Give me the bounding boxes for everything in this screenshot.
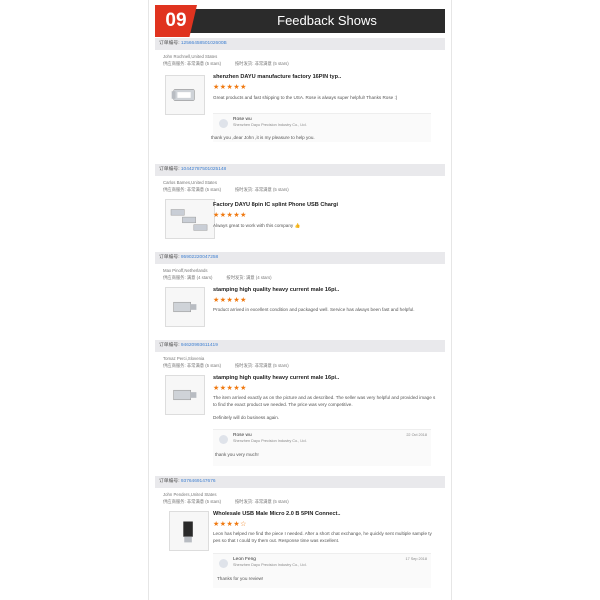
order-id-link[interactable]: 95902220047258 (181, 255, 218, 260)
avatar (219, 119, 228, 128)
order-meta: Tomaz Perci,Slovenia 供应商服务: 非常满意 (5 star… (155, 352, 445, 369)
product-thumbnail[interactable] (169, 511, 209, 551)
seller-reply: Rose wu Shenzhen Dayu Precision Industry… (211, 113, 431, 142)
star-rating: ★★★★★ (213, 385, 247, 392)
product-row: Wholesale USB Male Micro 2.0 B 5PIN Conn… (155, 505, 445, 600)
reply-date: 22 Oct 2018 (406, 433, 427, 437)
product-title-link[interactable]: Factory DAYU 8pin IC splint Phone USB Ch… (213, 202, 338, 208)
rating-line: 供应商服务: 非常满意 (5 stars) 按时发货: 非常满意 (5 stars… (163, 362, 439, 369)
order-bar: 订单编号: 1256645850102600B (155, 38, 445, 50)
rating-supplier: 供应商服务: 非常满意 (5 stars) (163, 187, 222, 192)
order-card: 订单编号: 1256645850102600B John Rochnell,Un… (155, 38, 445, 164)
order-label: 订单编号: (159, 167, 180, 172)
rating-supplier: 供应商服务: 非常满意 (5 stars) (163, 499, 222, 504)
order-bar: 订单编号: 9376469147676 (155, 476, 445, 488)
product-thumbnail[interactable] (165, 199, 215, 239)
order-card: 订单编号: 10442787501025148 Carlos Bames,Uni… (155, 164, 445, 252)
review-text: The item arrived exactly as on the pictu… (213, 395, 436, 407)
avatar (219, 435, 228, 444)
rating-delivery: 按时发货: 满意 (4 stars) (226, 275, 272, 280)
order-card: 订单编号: 95902220047258 Max Pinoff,Netherla… (155, 252, 445, 340)
order-label: 订单编号: (159, 479, 180, 484)
product-title-link[interactable]: shenzhen DAYU manufacture factory 16PIN … (213, 74, 341, 80)
order-label: 订单编号: (159, 41, 180, 46)
product-thumbnail[interactable] (165, 375, 205, 415)
product-title-link[interactable]: stamping high quality heavy current male… (213, 375, 339, 381)
rating-supplier: 供应商服务: 满意 (4 stars) (163, 275, 213, 280)
order-meta: John Rochnell,United States 供应商服务: 非常满意 … (155, 50, 445, 67)
order-bar: 订单编号: 95902220047258 (155, 252, 445, 264)
rating-supplier: 供应商服务: 非常满意 (5 stars) (163, 61, 222, 66)
review-text: Great products and fast shipping to the … (213, 95, 398, 100)
buyer-name: John Rochnell,United States (163, 54, 218, 59)
review-followup: Definitely will do business again. (213, 415, 280, 420)
product-row: shenzhen DAYU manufacture factory 16PIN … (155, 67, 445, 162)
star-rating: ★★★★☆ (213, 521, 247, 528)
product-thumbnail[interactable] (165, 287, 205, 327)
order-label: 订单编号: (159, 255, 180, 260)
order-label: 订单编号: (159, 343, 180, 348)
seller-reply: Rose wu Shenzhen Dayu Precision Industry… (213, 429, 431, 466)
reply-text: thank you very much! (215, 452, 259, 457)
rating-delivery: 按时发货: 非常满意 (5 stars) (235, 499, 289, 504)
section-title: Feedback Shows (277, 13, 377, 28)
review-text: Leon has helped me find the piece I need… (213, 531, 432, 543)
avatar (219, 559, 228, 568)
rating-line: 供应商服务: 非常满意 (5 stars) 按时发货: 非常满意 (5 stars… (163, 186, 439, 193)
order-meta: John Penders,United States 供应商服务: 非常满意 (… (155, 488, 445, 505)
section-header: 09 Feedback Shows (149, 2, 451, 38)
buyer-name: John Penders,United States (163, 492, 217, 497)
reply-author: Rose wu (233, 117, 252, 122)
review-text: Product arrived in excellent condition a… (213, 307, 415, 312)
product-row: stamping high quality heavy current male… (155, 281, 445, 346)
buyer-name: Max Pinoff,Netherlands (163, 268, 208, 273)
rating-delivery: 按时发货: 非常满意 (5 stars) (235, 363, 289, 368)
buyer-name: Carlos Bames,United States (163, 180, 217, 185)
rating-supplier: 供应商服务: 非常满意 (5 stars) (163, 363, 222, 368)
reply-company: Shenzhen Dayu Precision Industry Co., Lt… (233, 123, 307, 127)
buyer-name: Tomaz Perci,Slovenia (163, 356, 205, 361)
star-rating: ★★★★★ (213, 297, 247, 304)
rating-line: 供应商服务: 非常满意 (5 stars) 按时发货: 非常满意 (5 stars… (163, 60, 439, 67)
feedback-page: 09 Feedback Shows 订单编号: 1256645850102600… (148, 0, 452, 600)
reply-author: Rose wu (233, 433, 252, 438)
product-title-link[interactable]: stamping high quality heavy current male… (213, 287, 339, 293)
star-rating: ★★★★★ (213, 84, 247, 91)
rating-delivery: 按时发货: 非常满意 (5 stars) (235, 187, 289, 192)
rating-line: 供应商服务: 非常满意 (5 stars) 按时发货: 非常满意 (5 stars… (163, 498, 439, 505)
reply-company: Shenzhen Dayu Precision Industry Co., Lt… (233, 439, 307, 443)
reply-text: Thanks for you review! (217, 576, 264, 581)
reply-text: thank you ,dear John ,it is my pleasure … (211, 135, 315, 140)
order-id-link[interactable]: 9376469147676 (181, 479, 216, 484)
order-card: 订单编号: 9376469147676 John Penders,United … (155, 476, 445, 600)
order-meta: Max Pinoff,Netherlands 供应商服务: 满意 (4 star… (155, 264, 445, 281)
product-row: stamping high quality heavy current male… (155, 369, 445, 482)
product-title-link[interactable]: Wholesale USB Male Micro 2.0 B 5PIN Conn… (213, 511, 340, 517)
order-meta: Carlos Bames,United States 供应商服务: 非常满意 (… (155, 176, 445, 193)
reply-date: 17 Sep 2018 (405, 557, 427, 561)
order-id-link[interactable]: 94620993611419 (181, 343, 218, 348)
rating-delivery: 按时发货: 非常满意 (5 stars) (235, 61, 289, 66)
seller-reply: Leon Feng Shenzhen Dayu Precision Indust… (213, 553, 431, 588)
product-thumbnail[interactable] (165, 75, 205, 115)
order-id-link[interactable]: 1256645850102600B (181, 41, 227, 46)
star-rating: ★★★★★ (213, 212, 247, 219)
order-bar: 订单编号: 10442787501025148 (155, 164, 445, 176)
rating-line: 供应商服务: 满意 (4 stars) 按时发货: 满意 (4 stars) (163, 274, 439, 281)
order-id-link[interactable]: 10442787501025148 (181, 167, 226, 172)
order-bar: 订单编号: 94620993611419 (155, 340, 445, 352)
reply-company: Shenzhen Dayu Precision Industry Co., Lt… (233, 563, 307, 567)
review-text: Always great to work with this company 👍 (213, 223, 301, 228)
order-card: 订单编号: 94620993611419 Tomaz Perci,Sloveni… (155, 340, 445, 476)
reply-author: Leon Feng (233, 557, 256, 562)
product-row: Factory DAYU 8pin IC splint Phone USB Ch… (155, 193, 445, 258)
